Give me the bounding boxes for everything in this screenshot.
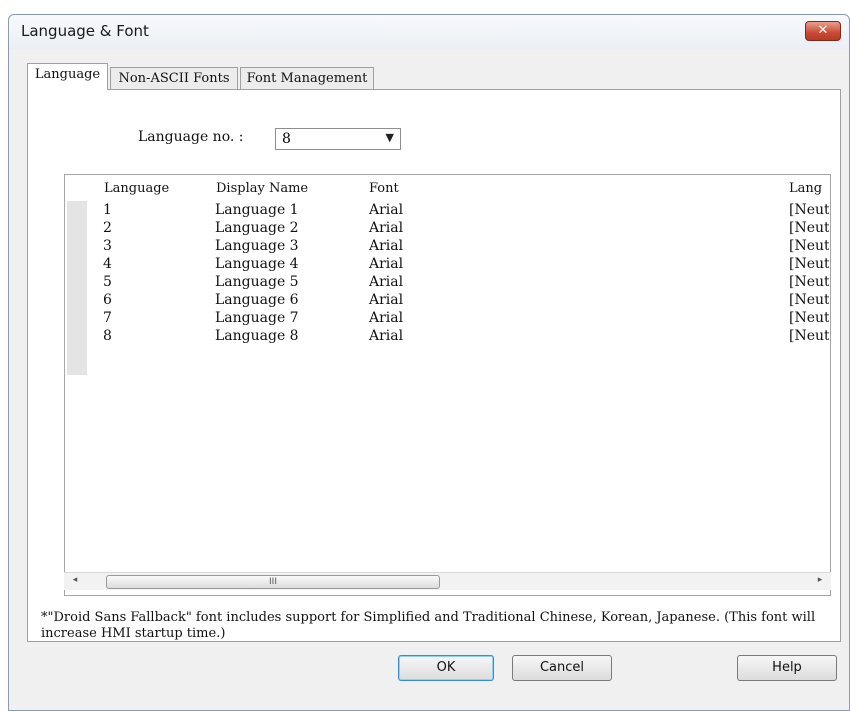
help-button[interactable]: Help	[737, 655, 837, 681]
table-header: Language Display Name Font Lang	[65, 175, 830, 201]
table-row[interactable]: 1 Language 1 Arial [Neut	[65, 201, 830, 219]
cell-font: Arial	[369, 292, 404, 308]
column-header-display-name[interactable]: Display Name	[216, 181, 308, 196]
column-header-font[interactable]: Font	[369, 181, 399, 196]
language-table[interactable]: Language Display Name Font Lang 1 Langua…	[64, 174, 831, 596]
ok-button[interactable]: OK	[398, 655, 494, 681]
cell-language: 6	[103, 292, 112, 308]
cell-font: Arial	[369, 256, 404, 272]
cell-font: Arial	[369, 220, 404, 236]
scrollbar-thumb[interactable]: III	[106, 575, 440, 589]
cell-display-name: Language 3	[215, 238, 299, 254]
cell-display-name: Language 5	[215, 274, 299, 290]
scrollbar-grip-icon: III	[269, 577, 277, 587]
font-support-note: *"Droid Sans Fallback" font includes sup…	[41, 610, 816, 641]
table-row[interactable]: 2 Language 2 Arial [Neut	[65, 219, 830, 237]
cell-language: 1	[103, 202, 112, 218]
cell-display-name: Language 6	[215, 292, 299, 308]
cell-display-name: Language 4	[215, 256, 299, 272]
language-no-value: 8	[282, 131, 291, 147]
tab-font-management[interactable]: Font Management	[240, 67, 374, 90]
cell-lang: [Neut	[789, 220, 829, 236]
language-font-dialog: Language & Font ✕ Language Non-ASCII Fon…	[8, 14, 850, 711]
chevron-down-icon: ▼	[385, 131, 394, 144]
cell-language: 5	[103, 274, 112, 290]
column-header-language[interactable]: Language	[104, 181, 169, 196]
title-bar: Language & Font ✕	[9, 15, 849, 49]
dialog-title: Language & Font	[21, 22, 149, 40]
scroll-right-icon[interactable]: ▸	[813, 575, 827, 589]
language-no-select[interactable]: 8 ▼	[275, 128, 401, 150]
tab-language[interactable]: Language	[27, 63, 108, 90]
table-row[interactable]: 5 Language 5 Arial [Neut	[65, 273, 830, 291]
cell-lang: [Neut	[789, 274, 829, 290]
cell-lang: [Neut	[789, 202, 829, 218]
cell-display-name: Language 7	[215, 310, 299, 326]
cell-lang: [Neut	[789, 292, 829, 308]
table-row[interactable]: 6 Language 6 Arial [Neut	[65, 291, 830, 309]
cell-display-name: Language 1	[215, 202, 299, 218]
cell-font: Arial	[369, 238, 404, 254]
close-button[interactable]: ✕	[805, 21, 841, 41]
cell-language: 3	[103, 238, 112, 254]
column-header-lang[interactable]: Lang	[789, 181, 822, 196]
cell-lang: [Neut	[789, 310, 829, 326]
cell-font: Arial	[369, 202, 404, 218]
language-no-label: Language no. :	[138, 129, 244, 145]
cell-lang: [Neut	[789, 238, 829, 254]
horizontal-scrollbar[interactable]: ◂ III ▸	[64, 572, 831, 590]
cell-language: 4	[103, 256, 112, 272]
cell-language: 2	[103, 220, 112, 236]
cell-font: Arial	[369, 274, 404, 290]
tab-non-ascii-fonts[interactable]: Non-ASCII Fonts	[110, 67, 238, 90]
cell-display-name: Language 8	[215, 328, 299, 344]
cell-font: Arial	[369, 310, 404, 326]
cancel-button[interactable]: Cancel	[512, 655, 612, 681]
table-row[interactable]: 3 Language 3 Arial [Neut	[65, 237, 830, 255]
table-row[interactable]: 8 Language 8 Arial [Neut	[65, 327, 830, 345]
scroll-left-icon[interactable]: ◂	[68, 575, 82, 589]
cell-lang: [Neut	[789, 328, 829, 344]
close-icon: ✕	[817, 23, 829, 38]
table-row[interactable]: 7 Language 7 Arial [Neut	[65, 309, 830, 327]
cell-display-name: Language 2	[215, 220, 299, 236]
cell-language: 8	[103, 328, 112, 344]
cell-lang: [Neut	[789, 256, 829, 272]
cell-language: 7	[103, 310, 112, 326]
table-row[interactable]: 4 Language 4 Arial [Neut	[65, 255, 830, 273]
cell-font: Arial	[369, 328, 404, 344]
dialog-button-bar: OK Cancel Help	[9, 645, 849, 711]
language-tab-panel: Language no. : 8 ▼ Language Display Name…	[27, 89, 841, 642]
